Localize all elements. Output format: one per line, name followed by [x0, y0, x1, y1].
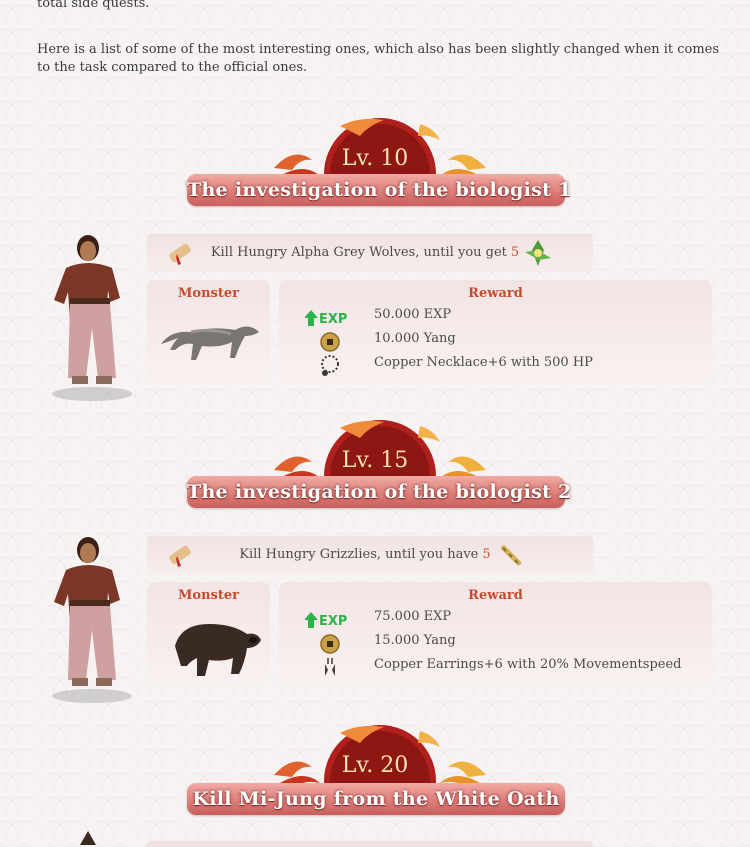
reward-text: Copper Necklace+6 with 500 HP [374, 355, 593, 370]
level-label: Lv. 10 [341, 146, 409, 171]
reward-row: Copper Necklace+6 with 500 HP [279, 353, 712, 377]
reward-text: 50.000 EXP [374, 307, 452, 322]
reward-row: EXP 75.000 EXP [279, 607, 712, 631]
quest-section-3: Lv. 20 Kill Mi-Jung from the White Oath [0, 725, 750, 847]
task-count: 5 [510, 245, 520, 260]
reward-row: Copper Earrings+6 with 20% Movementspeed [279, 655, 712, 679]
svg-text:EXP: EXP [319, 614, 347, 629]
grey-wolf-icon [161, 326, 259, 360]
task-bar: Kill Hungry Alpha Grey Wolves, until you… [147, 234, 593, 272]
quest-title: Kill Mi-Jung from the White Oath [187, 783, 565, 815]
reward-text: 75.000 EXP [374, 609, 452, 624]
reward-text: Copper Earrings+6 with 20% Movementspeed [374, 657, 682, 672]
level-label: Lv. 20 [341, 753, 409, 778]
reward-row: EXP 50.000 EXP [279, 305, 712, 329]
quest-section-1: Lv. 10 The investigation of the biologis… [0, 118, 750, 418]
reward-row: 15.000 Yang [279, 631, 712, 655]
npc-head-icon [80, 831, 96, 845]
reward-panel: Reward EXP 50.000 EXP 10.000 Yang Copper… [279, 280, 712, 384]
task-bar [147, 841, 593, 847]
bamboo-stick-icon [500, 544, 521, 565]
reward-text: 15.000 Yang [374, 633, 456, 648]
reward-row: 10.000 Yang [279, 329, 712, 353]
npc-biologist-icon [52, 235, 132, 401]
svg-text:EXP: EXP [319, 312, 347, 327]
yang-coin-icon [320, 634, 340, 654]
quest-section-2: Lv. 15 The investigation of the biologis… [0, 420, 750, 720]
intro-line-1b: total side quests. [37, 0, 150, 11]
task-text: Kill Hungry Grizzlies, until you have [239, 547, 479, 562]
herb-flower-icon [525, 239, 552, 266]
scroll-quest-icon [169, 545, 191, 567]
exp-icon: EXP [305, 612, 347, 629]
reward-text: 10.000 Yang [374, 331, 456, 346]
monster-header: Monster [178, 588, 239, 603]
scroll-quest-icon [169, 243, 191, 265]
monster-header: Monster [178, 286, 239, 301]
intro-paragraph-1: total side quests. [37, 0, 727, 13]
quest-title: The investigation of the biologist 2 [187, 476, 571, 508]
monster-panel: Monster [147, 280, 270, 384]
reward-panel: Reward EXP 75.000 EXP 15.000 Yang Copper… [279, 582, 712, 686]
necklace-icon [321, 355, 339, 376]
yang-coin-icon [320, 332, 340, 352]
earrings-icon [325, 658, 335, 676]
task-count: 5 [482, 547, 491, 562]
intro-paragraph-2: Here is a list of some of the most inter… [37, 42, 720, 75]
task-bar: Kill Hungry Grizzlies, until you have 5 [147, 536, 593, 574]
grizzly-bear-icon [175, 624, 261, 676]
quest-title: The investigation of the biologist 1 [187, 174, 571, 206]
exp-icon: EXP [305, 310, 347, 327]
reward-header: Reward [468, 286, 523, 301]
monster-panel: Monster [147, 582, 270, 686]
task-text: Kill Hungry Alpha Grey Wolves, until you… [210, 245, 507, 260]
reward-header: Reward [468, 588, 523, 603]
level-label: Lv. 15 [341, 448, 409, 473]
npc-biologist-icon [52, 537, 132, 703]
